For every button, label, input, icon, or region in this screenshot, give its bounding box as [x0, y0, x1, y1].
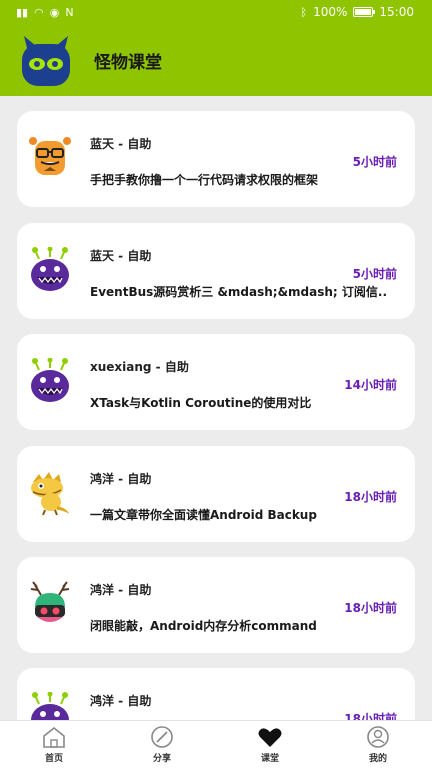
home-icon [43, 726, 65, 748]
nfc-icon: N [65, 5, 74, 19]
yellow-dragon-monster-icon [31, 472, 69, 516]
article-card[interactable]: 鸿洋 - 自助 18小时前 [17, 668, 415, 720]
app-logo-icon [22, 36, 70, 86]
compass-icon [151, 726, 173, 748]
status-icons-right: ᛒ 100% 15:00 [300, 5, 414, 19]
green-antler-monster-icon [30, 581, 70, 622]
article-title[interactable]: XTask与Kotlin Coroutine的使用对比 [90, 394, 400, 411]
article-card[interactable]: 鸿洋 - 自助 18小时前 一篇文章带你全面读懂Android Backup [17, 446, 415, 542]
orange-monster-glasses-icon [29, 137, 71, 175]
bluetooth-icon: ᛒ [300, 5, 308, 19]
article-card[interactable]: 蓝天 - 自助 5小时前 手把手教你撸一个一行代码请求权限的框架 [17, 111, 415, 207]
article-card[interactable]: 鸿洋 - 自助 18小时前 闭眼能敲，Android内存分析command [17, 557, 415, 653]
article-title[interactable]: 一篇文章带你全面读懂Android Backup [90, 506, 400, 523]
article-author: 蓝天 - 自助 [90, 137, 152, 151]
article-author: 蓝天 - 自助 [90, 249, 152, 263]
battery-percent: 100% [313, 5, 348, 19]
article-list[interactable]: 蓝天 - 自助 5小时前 手把手教你撸一个一行代码请求权限的框架 蓝天 - 自助… [0, 96, 432, 720]
profile-icon [367, 726, 389, 748]
purple-monster-antennae-icon [31, 692, 69, 720]
nav-label: 分享 [152, 754, 171, 764]
app-bar: 怪物课堂 [0, 24, 432, 96]
heart-icon [258, 728, 282, 747]
article-time: 18小时前 [344, 490, 397, 504]
article-title[interactable]: 闭眼能敲，Android内存分析command [90, 617, 400, 634]
article-time: 14小时前 [344, 378, 397, 392]
article-author: xuexiang - 自助 [90, 360, 189, 374]
status-icons-left: ▮▮ ◠ ◉ N [16, 7, 74, 18]
article-author: 鸿洋 - 自助 [90, 694, 152, 708]
nav-item-mine[interactable]: 我的 [324, 721, 432, 768]
battery-icon [353, 7, 376, 17]
bottom-nav: 首页 分享 课堂 我的 [0, 720, 432, 768]
article-title[interactable]: EventBus源码赏析三 &mdash;&mdash; 订阅信.. [90, 283, 400, 300]
article-author: 鸿洋 - 自助 [90, 583, 152, 597]
article-time: 18小时前 [344, 601, 397, 615]
nav-item-share[interactable]: 分享 [108, 721, 216, 768]
nav-label: 首页 [44, 754, 63, 764]
wifi-icon: ◠ [34, 5, 44, 19]
status-bar: ▮▮ ◠ ◉ N ᛒ 100% 15:00 [0, 0, 432, 24]
nav-item-classroom[interactable]: 课堂 [216, 721, 324, 768]
clock: 15:00 [379, 5, 414, 19]
article-time: 5小时前 [352, 155, 397, 169]
nav-label: 课堂 [260, 754, 279, 764]
nav-item-home[interactable]: 首页 [0, 721, 108, 768]
article-time: 5小时前 [352, 267, 397, 281]
article-time: 18小时前 [344, 712, 397, 720]
article-title[interactable]: 手把手教你撸一个一行代码请求权限的框架 [90, 171, 400, 188]
article-card[interactable]: xuexiang - 自助 14小时前 XTask与Kotlin Corouti… [17, 334, 415, 430]
signal-icon: ▮▮ [16, 5, 29, 19]
eye-icon: ◉ [49, 5, 60, 19]
article-card[interactable]: 蓝天 - 自助 5小时前 EventBus源码赏析三 &mdash;&mdash… [17, 223, 415, 319]
nav-label: 我的 [368, 754, 387, 764]
page-title: 怪物课堂 [94, 52, 162, 73]
purple-monster-antennae-icon [31, 247, 69, 291]
purple-monster-antennae-icon [31, 358, 69, 402]
article-author: 鸿洋 - 自助 [90, 472, 152, 486]
